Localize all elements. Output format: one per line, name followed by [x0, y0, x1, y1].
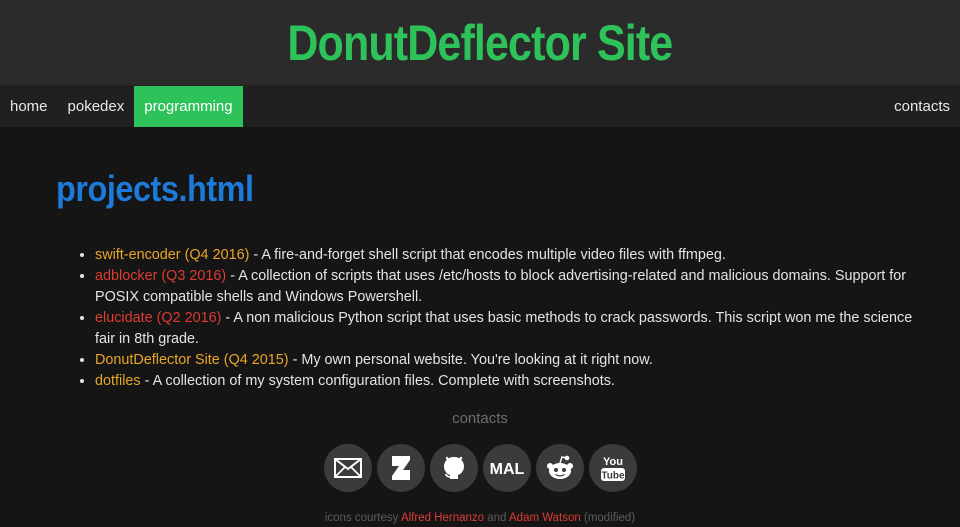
site-title: DonutDeflector Site — [287, 14, 673, 71]
github-button[interactable] — [429, 444, 478, 492]
reddit-button[interactable] — [535, 444, 584, 492]
site-header: DonutDeflector Site — [0, 0, 960, 86]
project-item: DonutDeflector Site (Q4 2015) - My own p… — [95, 350, 915, 371]
nav-left: home pokedex programming — [0, 86, 243, 127]
credit-link-alfred-hernanzo[interactable]: Alfred Hernanzo — [401, 512, 484, 524]
deviantart-button[interactable] — [376, 444, 425, 492]
project-item: swift-encoder (Q4 2016) - A fire-and-for… — [95, 245, 915, 266]
nav-right: contacts — [884, 86, 960, 127]
contacts-section: contacts MAL You Tube icons courtesy Alf… — [0, 410, 960, 524]
nav-item-pokedex[interactable]: pokedex — [58, 86, 135, 127]
email-button[interactable] — [323, 444, 372, 492]
github-icon — [443, 456, 464, 479]
reddit-icon — [546, 455, 573, 479]
project-link-elucidate[interactable]: elucidate (Q2 2016) — [95, 310, 221, 326]
deviantart-icon — [391, 456, 410, 480]
youtube-icon: You Tube — [600, 456, 625, 482]
main-content: projects.html swift-encoder (Q4 2016) - … — [0, 167, 960, 392]
youtube-button[interactable]: You Tube — [588, 444, 637, 492]
contacts-heading: contacts — [452, 410, 508, 427]
myanimelist-button[interactable]: MAL — [482, 444, 531, 492]
project-item: dotfiles - A collection of my system con… — [95, 371, 915, 392]
project-description: - A collection of my system configuratio… — [140, 373, 615, 389]
youtube-bottom-label: Tube — [601, 471, 625, 482]
email-icon — [333, 458, 362, 478]
mal-label: MAL — [489, 461, 524, 478]
youtube-top-label: You — [603, 456, 623, 468]
navbar: home pokedex programming contacts — [0, 86, 960, 127]
nav-item-home[interactable]: home — [0, 86, 58, 127]
project-list: swift-encoder (Q4 2016) - A fire-and-for… — [56, 245, 915, 392]
page-heading: projects.html — [56, 168, 254, 209]
project-item: elucidate (Q2 2016) - A non malicious Py… — [95, 308, 915, 350]
myanimelist-icon: MAL — [489, 461, 524, 478]
icon-credits: icons courtesy Alfred Hernanzo and Adam … — [0, 512, 960, 524]
project-link-adblocker[interactable]: adblocker (Q3 2016) — [95, 268, 226, 284]
project-description: - A fire-and-forget shell script that en… — [249, 247, 726, 263]
project-link-donutdeflector-site[interactable]: DonutDeflector Site (Q4 2015) — [95, 352, 289, 368]
project-item: adblocker (Q3 2016) - A collection of sc… — [95, 266, 915, 308]
project-link-swift-encoder[interactable]: swift-encoder (Q4 2016) — [95, 247, 249, 263]
contact-icons: MAL You Tube — [0, 444, 960, 492]
credit-link-adam-watson[interactable]: Adam Watson — [509, 512, 581, 524]
credits-middle: and — [484, 512, 509, 524]
credits-prefix: icons courtesy — [324, 512, 401, 524]
credits-suffix: (modified) — [580, 512, 636, 524]
project-link-dotfiles[interactable]: dotfiles — [95, 373, 141, 389]
project-description: - My own personal website. You're lookin… — [288, 352, 653, 368]
nav-item-programming[interactable]: programming — [134, 86, 243, 127]
nav-item-contacts[interactable]: contacts — [884, 86, 960, 127]
